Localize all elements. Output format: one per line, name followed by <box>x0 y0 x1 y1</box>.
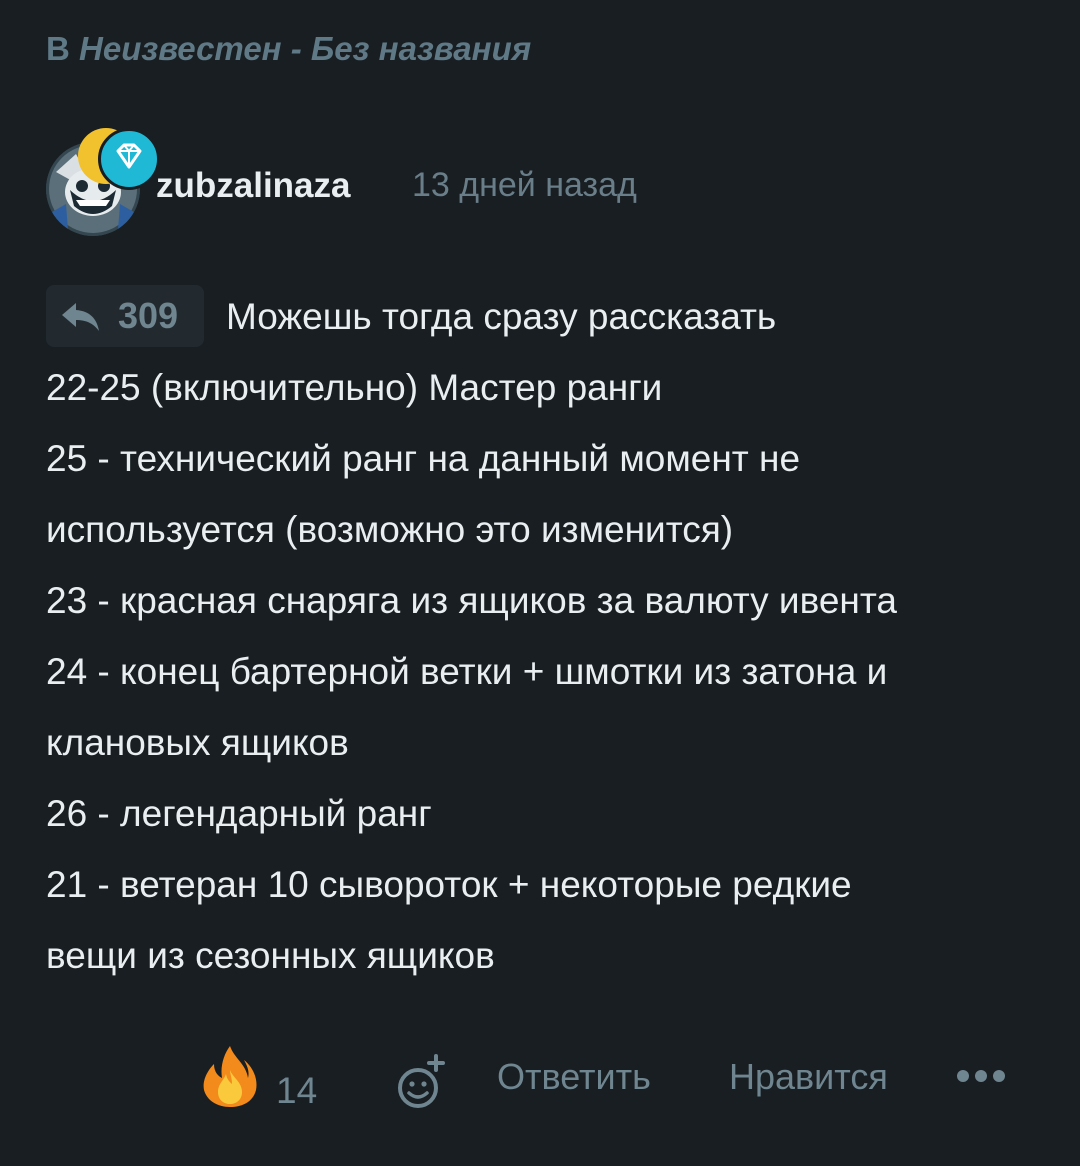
diamond-icon <box>98 128 160 190</box>
like-button[interactable]: Нравится <box>729 1056 888 1098</box>
context-title[interactable]: Неизвестен - Без названия <box>79 30 531 67</box>
comment-line: 24 - конец бартерной ветки + шмотки из з… <box>46 651 888 692</box>
fire-icon[interactable] <box>200 1044 260 1108</box>
context-header[interactable]: В Неизвестен - Без названия <box>46 30 531 68</box>
comment-actions: 14 Ответить Нравится <box>0 1040 1080 1120</box>
reaction-count: 14 <box>276 1070 318 1111</box>
comment-line: клановых ящиков <box>46 722 349 763</box>
comment-line: 26 - легендарный ранг <box>46 793 432 834</box>
comment-line: вещи из сезонных ящиков <box>46 935 495 976</box>
comment-text: Можешь тогда сразу рассказать 22-25 (вкл… <box>46 281 1046 991</box>
comment-line: 22-25 (включительно) Мастер ранги <box>46 367 663 408</box>
context-prefix: В <box>46 30 70 67</box>
comment-line: 21 - ветеран 10 сывороток + некоторые ре… <box>46 864 852 905</box>
add-emoji-icon[interactable] <box>394 1054 446 1110</box>
comment-line: Можешь тогда сразу рассказать <box>226 296 777 337</box>
reply-button[interactable]: Ответить <box>497 1056 651 1098</box>
author-name[interactable]: zubzalinaza <box>156 166 350 206</box>
comment-header: zubzalinaza 13 дней назад <box>46 128 946 238</box>
comment-time: 13 дней назад <box>412 166 637 204</box>
more-dots-icon[interactable] <box>956 1066 1006 1086</box>
comment-line: используется (возможно это изменится) <box>46 509 734 550</box>
comment-line: 25 - технический ранг на данный момент н… <box>46 438 801 479</box>
comment-line: 23 - красная снаряга из ящиков за валюту… <box>46 580 897 621</box>
